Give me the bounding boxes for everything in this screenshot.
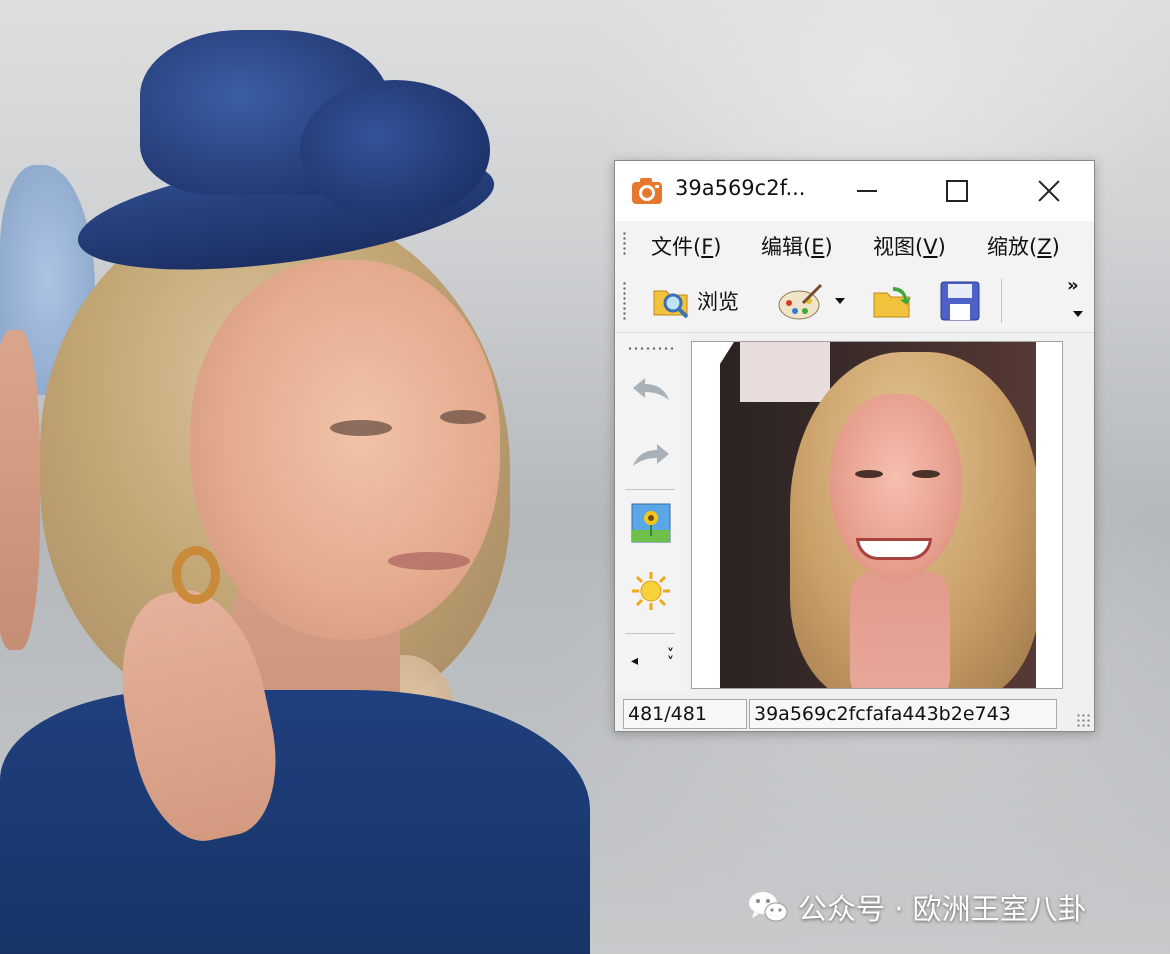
viewer-right-margin xyxy=(1036,342,1062,688)
floppy-disk-icon xyxy=(940,281,980,321)
woman-eye-left xyxy=(330,420,392,436)
photo-smile xyxy=(856,538,932,560)
watermark-text: 公众号 · 欧洲王室八卦 xyxy=(798,892,1087,926)
person-left-edge xyxy=(0,330,40,650)
menu-zoom[interactable]: 缩放(Z) xyxy=(983,229,1064,263)
file-name: 39a569c2fcfafa443b2e743 xyxy=(749,699,1057,729)
image-view-area[interactable] xyxy=(691,341,1063,689)
close-button[interactable] xyxy=(1009,161,1089,221)
photo-corner xyxy=(720,342,734,364)
displayed-photo xyxy=(720,342,1062,688)
rotate-right-button[interactable] xyxy=(627,433,675,477)
chevron-down-icon[interactable] xyxy=(835,298,845,304)
title-bar[interactable]: 39a569c2f... xyxy=(615,161,1094,221)
image-properties-button[interactable] xyxy=(627,501,675,545)
folder-open-icon xyxy=(873,287,911,318)
save-button[interactable] xyxy=(939,279,981,323)
woman-mouth xyxy=(388,552,470,570)
menu-file[interactable]: 文件(F) xyxy=(647,229,726,263)
sun-icon xyxy=(632,572,670,610)
camera-icon xyxy=(632,178,662,204)
side-separator xyxy=(625,489,675,490)
maximize-button[interactable] xyxy=(917,161,997,221)
minimize-button[interactable] xyxy=(827,161,907,221)
menu-view[interactable]: 视图(V) xyxy=(869,229,950,263)
open-folder-button[interactable] xyxy=(871,279,915,323)
rotate-left-icon xyxy=(633,378,669,400)
palette-icon xyxy=(778,283,823,320)
close-icon xyxy=(1037,179,1061,203)
toolbar: 浏览 » xyxy=(615,267,1094,333)
browse-label: 浏览 xyxy=(697,290,739,314)
picture-sunflower-icon xyxy=(631,503,671,543)
navy-dress xyxy=(0,690,590,954)
photo-wall xyxy=(740,342,830,402)
side-separator xyxy=(625,633,675,634)
brightness-button[interactable] xyxy=(627,569,675,613)
maximize-icon xyxy=(946,180,968,202)
side-toolbar: ◂ ˅ ˅ xyxy=(615,333,687,691)
chevron-left-icon[interactable]: ◂ xyxy=(631,653,638,669)
toolbar-separator xyxy=(1001,279,1002,323)
watermark: 公众号 · 欧洲王室八卦 xyxy=(748,886,1087,928)
toolbar-options-icon[interactable] xyxy=(1073,311,1083,317)
image-index: 481/481 xyxy=(623,699,747,729)
woman-eye-right xyxy=(440,410,486,424)
edit-paint-button[interactable] xyxy=(777,279,845,323)
image-viewer-window: 39a569c2f... 文件(F) 编辑(E) 视图(V) 缩放(Z) 浏览 xyxy=(614,160,1095,732)
woman-face xyxy=(190,260,500,640)
resize-grip-icon[interactable] xyxy=(1076,713,1090,727)
menu-edit[interactable]: 编辑(E) xyxy=(757,229,837,263)
hat-bow xyxy=(300,80,490,220)
wechat-icon xyxy=(749,892,788,922)
status-bar: 481/481 39a569c2fcfafa443b2e743 xyxy=(615,695,1094,731)
rotate-left-button[interactable] xyxy=(627,367,675,411)
photo-neck xyxy=(850,572,950,688)
gold-earring xyxy=(172,546,220,604)
photo-eye-left xyxy=(855,470,883,478)
rotate-right-icon xyxy=(633,444,669,466)
menubar-grip[interactable] xyxy=(623,231,626,257)
toolbar-grip[interactable] xyxy=(623,281,626,321)
window-title: 39a569c2f... xyxy=(675,176,806,200)
side-toolbar-grip[interactable] xyxy=(627,347,675,350)
browse-button[interactable]: 浏览 xyxy=(651,279,739,323)
toolbar-overflow-icon[interactable]: » xyxy=(1067,275,1078,296)
minimize-icon xyxy=(857,190,877,192)
chevron-down-double-icon[interactable]: ˅ ˅ xyxy=(667,648,674,670)
folder-search-icon xyxy=(653,290,689,319)
photo-eye-right xyxy=(912,470,940,478)
menu-bar: 文件(F) 编辑(E) 视图(V) 缩放(Z) xyxy=(615,221,1094,267)
